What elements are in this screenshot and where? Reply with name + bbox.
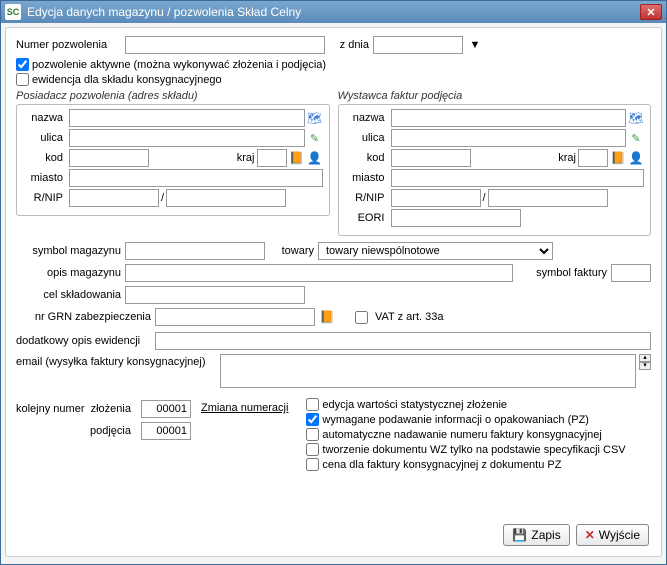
opt-wz-csv-checkbox[interactable] (306, 443, 319, 456)
extra-desc-input[interactable] (155, 332, 651, 350)
holder-rnip-label: R/NIP (23, 192, 67, 204)
exit-button[interactable]: ✕ Wyjście (576, 524, 649, 546)
edit-icon[interactable]: ✎ (307, 130, 323, 146)
vat33a-label: VAT z art. 33a (375, 311, 443, 323)
address-picker-icon[interactable]: 🗺 (628, 110, 644, 126)
holder-country-input[interactable] (257, 149, 287, 167)
issuer-name-label: nazwa (345, 112, 389, 124)
edit-icon[interactable]: ✎ (628, 130, 644, 146)
next-number-label: kolejny numer (16, 403, 84, 415)
email-textarea[interactable] (220, 354, 636, 388)
opt-packaging-label: wymagane podawanie informacji o opakowan… (322, 414, 589, 426)
change-numbering-link[interactable]: Zmiana numeracji (201, 402, 288, 414)
window-title: Edycja danych magazynu / pozwolenia Skła… (27, 5, 640, 19)
holder-street-label: ulica (23, 132, 67, 144)
issuer-eori-input[interactable] (391, 209, 521, 227)
opt-stat-edit-checkbox[interactable] (306, 398, 319, 411)
warehouse-desc-label: opis magazynu (16, 267, 121, 279)
opt-wz-csv-label: tworzenie dokumentu WZ tylko na podstawi… (322, 444, 625, 456)
holder-street-input[interactable] (69, 129, 305, 147)
consignment-registry-label: ewidencja dla składu konsygnacyjnego (32, 74, 222, 86)
opt-stat-edit-label: edycja wartości statystycznej złożenie (322, 399, 507, 411)
address-picker-icon[interactable]: 🗺 (307, 110, 323, 126)
opt-price-pz-label: cena dla faktury konsygnacyjnej z dokume… (322, 459, 561, 471)
permit-number-input[interactable] (125, 36, 325, 54)
issuer-country-input[interactable] (578, 149, 608, 167)
storage-purpose-label: cel składowania (16, 289, 121, 301)
opt-auto-invoice-checkbox[interactable] (306, 428, 319, 441)
goods-label: towary (269, 245, 314, 257)
invoice-symbol-input[interactable] (611, 264, 651, 282)
issuer-name-input[interactable] (391, 109, 627, 127)
opt-packaging-checkbox[interactable] (306, 413, 319, 426)
invoice-symbol-label: symbol faktury (517, 267, 607, 279)
opt-auto-invoice-label: automatyczne nadawanie numeru faktury ko… (322, 429, 601, 441)
holder-code-label: kod (23, 152, 67, 164)
country-lookup-icon[interactable]: 📙 (289, 150, 305, 166)
holder-city-label: miasto (23, 172, 67, 184)
deposit-number-input[interactable] (141, 400, 191, 418)
date-dropdown-icon[interactable]: ▼ (467, 37, 483, 53)
permit-active-label: pozwolenie aktywne (można wykonywać złoż… (32, 59, 326, 71)
holder-code-input[interactable] (69, 149, 149, 167)
storage-purpose-input[interactable] (125, 286, 305, 304)
issuer-fieldset-title: Wystawca faktur podjęcia (338, 90, 652, 102)
holder-fieldset-title: Posiadacz pozwolenia (adres składu) (16, 90, 330, 102)
consignment-registry-checkbox[interactable] (16, 73, 29, 86)
warehouse-symbol-label: symbol magazynu (16, 245, 121, 257)
issuer-code-input[interactable] (391, 149, 471, 167)
warehouse-symbol-input[interactable] (125, 242, 265, 260)
holder-country-label: kraj (237, 152, 255, 164)
holder-rnip2-input[interactable] (166, 189, 286, 207)
issuer-country-label: kraj (558, 152, 576, 164)
person-picker-icon[interactable]: 👤 (628, 150, 644, 166)
issuer-city-input[interactable] (391, 169, 645, 187)
issuer-street-label: ulica (345, 132, 389, 144)
vat33a-checkbox[interactable] (355, 311, 368, 324)
grn-lookup-icon[interactable]: 📙 (319, 309, 335, 325)
close-icon: ✕ (585, 528, 595, 542)
scroll-down-icon[interactable]: ▾ (639, 362, 651, 370)
country-lookup-icon[interactable]: 📙 (610, 150, 626, 166)
holder-city-input[interactable] (69, 169, 323, 187)
exit-button-label: Wyjście (599, 528, 640, 542)
issuer-eori-label: EORI (345, 212, 389, 224)
issuer-rnip-label: R/NIP (345, 192, 389, 204)
warehouse-desc-input[interactable] (125, 264, 513, 282)
holder-name-input[interactable] (69, 109, 305, 127)
withdraw-number-input[interactable] (141, 422, 191, 440)
withdraw-label: podjęcia (16, 420, 131, 442)
date-input[interactable] (373, 36, 463, 54)
save-icon: 💾 (512, 528, 527, 542)
opt-price-pz-checkbox[interactable] (306, 458, 319, 471)
grn-label: nr GRN zabezpieczenia (16, 311, 151, 323)
scroll-up-icon[interactable]: ▴ (639, 354, 651, 362)
issuer-city-label: miasto (345, 172, 389, 184)
person-picker-icon[interactable]: 👤 (307, 150, 323, 166)
extra-desc-label: dodatkowy opis ewidencji (16, 335, 151, 347)
holder-rnip1-input[interactable] (69, 189, 159, 207)
issuer-street-input[interactable] (391, 129, 627, 147)
app-icon: SC (5, 4, 21, 20)
goods-select[interactable]: towary niewspólnotowe (318, 242, 553, 260)
close-button[interactable]: ✕ (640, 4, 662, 20)
email-label: email (wysyłka faktury konsygnacyjnej) (16, 354, 216, 368)
grn-input[interactable] (155, 308, 315, 326)
issuer-rnip2-input[interactable] (488, 189, 608, 207)
permit-number-label: Numer pozwolenia (16, 39, 121, 51)
issuer-code-label: kod (345, 152, 389, 164)
holder-name-label: nazwa (23, 112, 67, 124)
date-label: z dnia (329, 39, 369, 51)
issuer-rnip1-input[interactable] (391, 189, 481, 207)
save-button-label: Zapis (531, 528, 560, 542)
permit-active-checkbox[interactable] (16, 58, 29, 71)
save-button[interactable]: 💾 Zapis (503, 524, 569, 546)
deposit-label: złożenia (91, 403, 131, 415)
